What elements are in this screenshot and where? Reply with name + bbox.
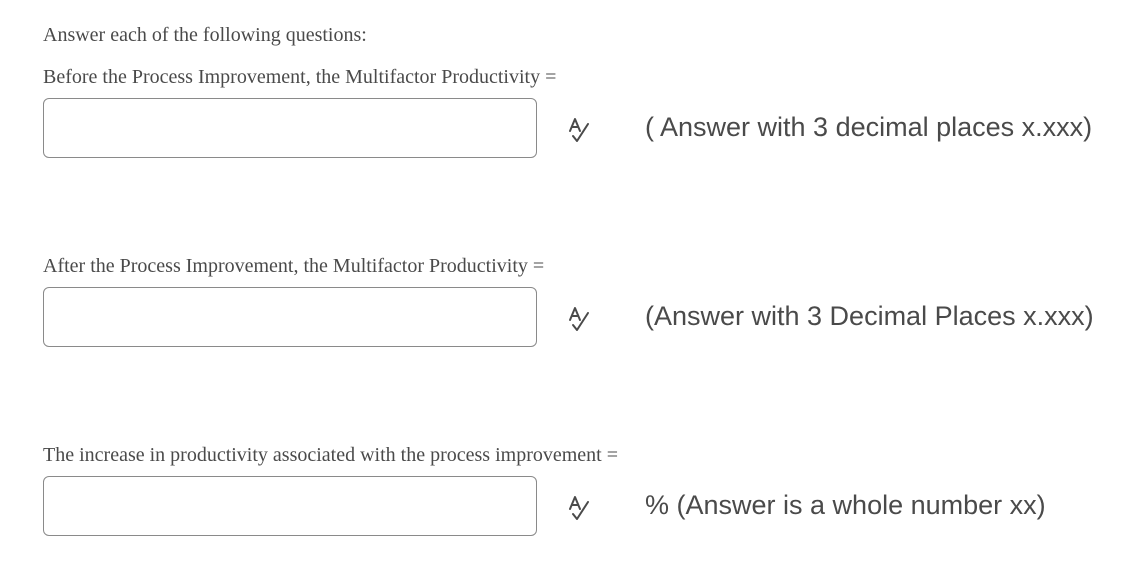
question-block-2: After the Process Improvement, the Multi… — [43, 255, 1133, 375]
question-label: The increase in productivity associated … — [43, 444, 618, 466]
answer-input-1[interactable] — [43, 98, 537, 158]
answer-format-hint: (Answer with 3 Decimal Places x.xxx) — [645, 301, 1094, 331]
question-block-3: The increase in productivity associated … — [43, 444, 1133, 564]
answer-format-hint: % (Answer is a whole number xx) — [645, 490, 1046, 520]
answer-input-3[interactable] — [43, 476, 537, 536]
answer-format-hint: ( Answer with 3 decimal places x.xxx) — [645, 112, 1093, 142]
question-block-1: Before the Process Improvement, the Mult… — [43, 66, 1133, 186]
spell-check-icon[interactable] — [565, 304, 595, 334]
spell-check-icon[interactable] — [565, 115, 595, 145]
instructions-text: Answer each of the following questions: — [43, 24, 367, 46]
answer-input-2[interactable] — [43, 287, 537, 347]
question-label: Before the Process Improvement, the Mult… — [43, 66, 557, 88]
question-label: After the Process Improvement, the Multi… — [43, 255, 545, 277]
spell-check-icon[interactable] — [565, 493, 595, 523]
